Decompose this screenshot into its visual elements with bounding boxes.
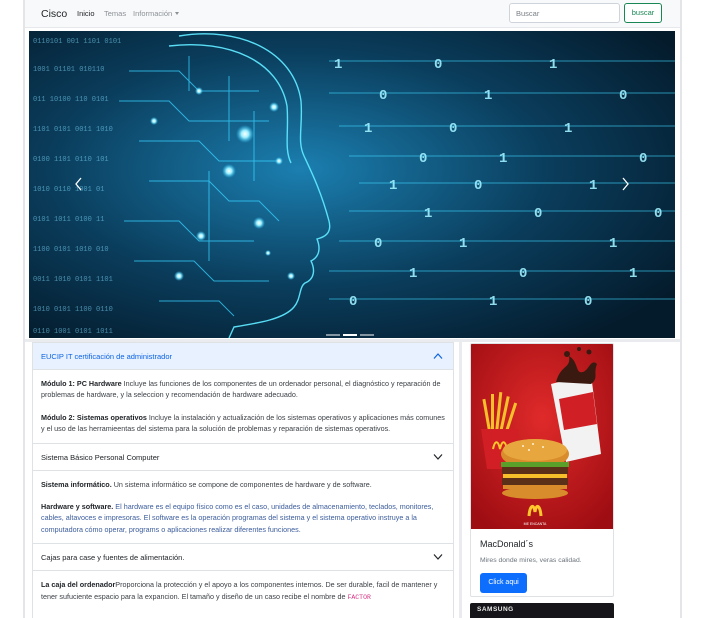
- factor-code: FACTOR: [347, 593, 371, 601]
- search-input[interactable]: [509, 3, 620, 23]
- svg-text:1: 1: [409, 266, 417, 282]
- accordion-header-eucip[interactable]: EUCIP IT certificación de administrador: [33, 343, 453, 370]
- svg-text:1010 0101 1100 0110: 1010 0101 1100 0110: [33, 306, 113, 314]
- accordion-paragraph: Sistema informático. Un sistema informát…: [41, 479, 445, 490]
- accordion-body-cajas: La caja del ordenadorProporciona la prot…: [33, 571, 453, 611]
- svg-text:0101 1011 0100 11: 0101 1011 0100 11: [33, 216, 104, 224]
- ad-card-samsung: SAMSUNG: [470, 603, 614, 618]
- chevron-right-icon: [622, 177, 629, 191]
- svg-text:0: 0: [449, 121, 457, 137]
- accordion-title: Cajas para case y fuentes de alimentació…: [41, 553, 185, 563]
- accordion: EUCIP IT certificación de administrador …: [32, 342, 454, 618]
- carousel-prev-button[interactable]: [73, 177, 85, 191]
- svg-text:1: 1: [609, 236, 617, 252]
- module-1-title: Módulo 1: PC Hardware: [41, 379, 122, 388]
- navbar: Cisco Inicio Temas Información buscar: [25, 0, 680, 28]
- svg-text:0: 0: [379, 88, 387, 104]
- svg-text:1100 0101 1010 010: 1100 0101 1010 010: [33, 246, 109, 254]
- ad-image-caption: ME ENCANTA: [524, 522, 547, 526]
- nav-dropdown-label: Información: [133, 9, 173, 18]
- svg-text:0: 0: [619, 88, 627, 104]
- column-divider: [459, 342, 462, 618]
- sistema-informatico-text: Un sistema informático se compone de com…: [111, 479, 372, 489]
- ad-card-image: ME ENCANTA: [471, 344, 613, 529]
- svg-text:0: 0: [349, 294, 357, 310]
- accordion-header-sistema-basico[interactable]: Sistema Básico Personal Computer: [33, 444, 453, 471]
- ad-card-click-button[interactable]: Click aqui: [480, 573, 527, 593]
- svg-text:1: 1: [549, 57, 557, 73]
- svg-text:0: 0: [374, 236, 382, 252]
- caja-title: La caja del ordenador: [41, 580, 116, 590]
- ad-card-mcdonalds: ME ENCANTA MacDonald´s Mires donde mires…: [470, 343, 614, 597]
- svg-text:0: 0: [474, 178, 482, 194]
- accordion-paragraph: Hardware y software. El hardware es el e…: [41, 501, 445, 535]
- nav-link-temas[interactable]: Temas: [104, 9, 126, 18]
- svg-text:1: 1: [459, 236, 467, 252]
- svg-text:1: 1: [629, 266, 637, 282]
- svg-text:1: 1: [589, 178, 597, 194]
- svg-text:0: 0: [654, 206, 662, 222]
- svg-text:1101 0101 0011 1010: 1101 0101 0011 1010: [33, 126, 113, 134]
- accordion-title: Sistema Básico Personal Computer: [41, 452, 160, 462]
- svg-text:0: 0: [639, 151, 647, 167]
- svg-text:0: 0: [534, 206, 542, 222]
- svg-text:1: 1: [334, 57, 342, 73]
- carousel-indicator-1[interactable]: [326, 334, 340, 336]
- accordion-body-sistema-basico: Sistema informático. Un sistema informát…: [33, 471, 453, 545]
- accordion-title: EUCIP IT certificación de administrador: [41, 352, 173, 361]
- svg-text:0: 0: [419, 151, 427, 167]
- chevron-down-icon: [433, 554, 443, 561]
- chevron-left-icon: [75, 177, 82, 191]
- module-2-title: Módulo 2: Sistemas operativos: [41, 412, 147, 422]
- svg-text:0: 0: [434, 57, 442, 73]
- svg-text:1: 1: [489, 294, 497, 310]
- nav-dropdown-informacion[interactable]: Información: [133, 9, 180, 18]
- svg-text:1: 1: [499, 151, 507, 167]
- mcdonalds-ad-image: ME ENCANTA: [471, 344, 613, 529]
- svg-text:0011 1010 0101 1101: 0011 1010 0101 1101: [33, 276, 113, 284]
- svg-text:011 10100 110 0101: 011 10100 110 0101: [33, 96, 109, 104]
- svg-text:1: 1: [424, 206, 432, 222]
- carousel-indicators: [326, 323, 378, 336]
- svg-text:0100 1101 0110 101: 0100 1101 0110 101: [33, 156, 109, 164]
- hardware-software-title: Hardware y software.: [41, 502, 114, 512]
- nav-link-inicio[interactable]: Inicio: [77, 9, 95, 18]
- svg-text:0110 1001 0101 1011: 0110 1001 0101 1011: [33, 328, 113, 336]
- accordion-paragraph: Módulo 2: Sistemas operativos Incluye la…: [41, 412, 445, 435]
- accordion-paragraph: La caja del ordenadorProporciona la prot…: [41, 579, 445, 603]
- chevron-up-icon: [433, 353, 443, 359]
- accordion-body-eucip: Módulo 1: PC Hardware Incluye las funcio…: [33, 370, 453, 444]
- svg-text:0: 0: [519, 266, 527, 282]
- svg-text:0: 0: [584, 294, 592, 310]
- carousel-indicator-3[interactable]: [360, 334, 374, 336]
- samsung-logo: SAMSUNG: [477, 606, 514, 613]
- ad-card-text: Mires donde mires, veras calidad.: [480, 557, 582, 564]
- ad-card-title: MacDonald´s: [480, 539, 534, 549]
- svg-text:1: 1: [364, 121, 372, 137]
- svg-text:1: 1: [564, 121, 572, 137]
- svg-text:1: 1: [484, 88, 492, 104]
- svg-text:1: 1: [389, 178, 397, 194]
- svg-text:0110101 001 1101 0101: 0110101 001 1101 0101: [33, 38, 121, 46]
- svg-text:1001 01101 010110: 1001 01101 010110: [33, 66, 104, 74]
- chevron-down-icon: [433, 453, 443, 460]
- caret-down-icon: [175, 12, 180, 15]
- hero-carousel: 0110101 001 1101 0101 1001 01101 010110 …: [29, 31, 675, 338]
- accordion-paragraph: Módulo 1: PC Hardware Incluye las funcio…: [41, 378, 445, 401]
- search-button[interactable]: buscar: [624, 3, 662, 23]
- carousel-next-button[interactable]: [619, 177, 631, 191]
- sistema-informatico-title: Sistema informático.: [41, 479, 112, 489]
- carousel-slide-image: 0110101 001 1101 0101 1001 01101 010110 …: [29, 31, 675, 338]
- navbar-brand[interactable]: Cisco: [41, 8, 67, 20]
- carousel-indicator-2[interactable]: [343, 334, 357, 336]
- svg-text:1010 0110 1001 01: 1010 0110 1001 01: [33, 186, 104, 194]
- accordion-header-cajas[interactable]: Cajas para case y fuentes de alimentació…: [33, 544, 453, 572]
